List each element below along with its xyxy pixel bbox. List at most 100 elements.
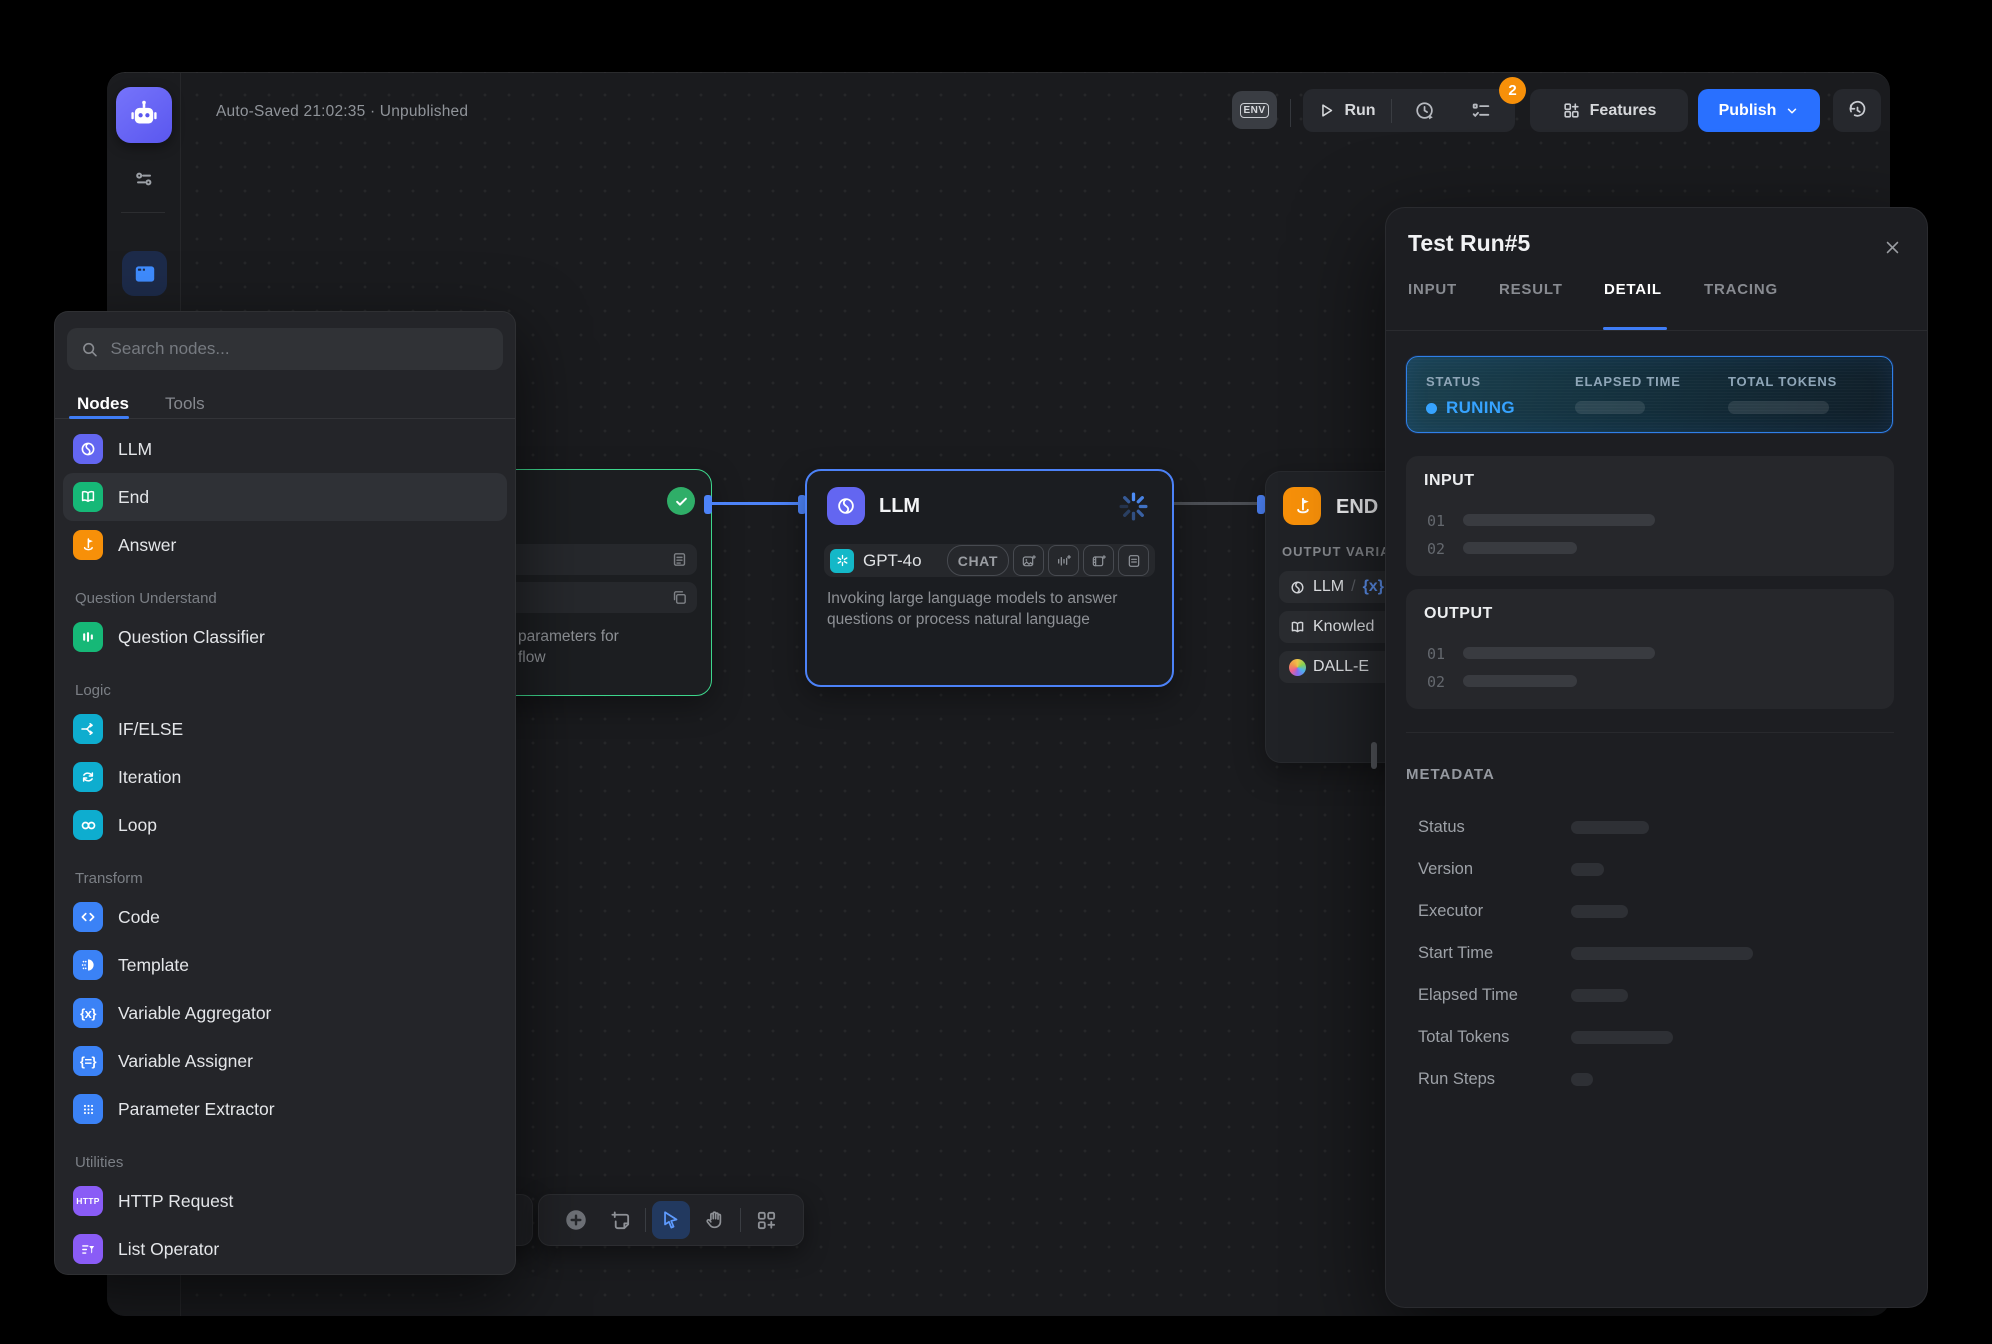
metadata-skeleton (1571, 905, 1628, 918)
app-logo[interactable] (116, 87, 172, 143)
search-box[interactable] (67, 328, 503, 370)
answer-icon (73, 530, 103, 560)
vision-capability-badge (1013, 545, 1044, 576)
features-button[interactable]: Features (1530, 89, 1688, 132)
elapsed-time-skeleton (1575, 401, 1645, 414)
metadata-skeleton (1571, 1073, 1593, 1086)
elapsed-time-label: ELAPSED TIME (1575, 374, 1681, 389)
model-name: GPT-4o (863, 551, 922, 571)
chat-mode-badge: CHAT (947, 545, 1009, 576)
node-item-loop[interactable]: Loop (55, 801, 515, 849)
tab-nodes[interactable]: Nodes (77, 394, 129, 414)
panel-resize-handle[interactable] (1371, 742, 1377, 769)
env-icon: ENV (1240, 103, 1268, 118)
hand-icon (704, 1209, 726, 1231)
parameter-extractor-icon (73, 1094, 103, 1124)
output-skeleton (1463, 675, 1577, 687)
node-item-llm[interactable]: LLM (55, 425, 515, 473)
node-search-popover: Nodes Tools LLM End Answer (54, 311, 516, 1275)
tab-input[interactable]: INPUT (1408, 281, 1457, 298)
clock-run-icon (1414, 100, 1436, 122)
active-tab-underline (69, 416, 129, 419)
sliders-icon (132, 167, 156, 191)
play-icon (1318, 102, 1335, 119)
edge-llm-to-end (1170, 502, 1265, 505)
llm-node[interactable]: LLM (805, 469, 1174, 687)
end-node-title: END (1336, 496, 1378, 519)
version-history-button[interactable] (1833, 89, 1881, 132)
node-item-variable-assigner[interactable]: {=} Variable Assigner (55, 1037, 515, 1085)
node-item-if-else[interactable]: IF/ELSE (55, 705, 515, 753)
env-button[interactable]: ENV (1232, 91, 1277, 129)
loop-icon (73, 810, 103, 840)
tab-tracing[interactable]: TRACING (1704, 281, 1778, 298)
publish-button[interactable]: Publish (1698, 89, 1820, 132)
line-number: 01 (1427, 512, 1445, 530)
input-title: INPUT (1424, 472, 1475, 490)
start-output-handle[interactable] (704, 495, 712, 514)
add-node-button[interactable] (557, 1201, 595, 1239)
separator: / (1351, 578, 1355, 596)
metadata-divider (1406, 732, 1894, 733)
close-icon (1884, 239, 1901, 256)
search-input[interactable] (109, 338, 489, 360)
run-button[interactable]: Run (1314, 102, 1381, 120)
node-item-iteration[interactable]: Iteration (55, 753, 515, 801)
line-number: 02 (1427, 673, 1445, 691)
canvas-toolbar (538, 1194, 804, 1246)
node-item-variable-aggregator[interactable]: {x} Variable Aggregator (55, 989, 515, 1037)
chevron-down-icon (1785, 104, 1799, 118)
history-icon (1847, 100, 1868, 121)
note-plus-icon (609, 1209, 632, 1232)
model-selector-row[interactable]: GPT-4o CHAT (824, 544, 1155, 577)
node-item-list-operator[interactable]: List Operator (55, 1225, 515, 1273)
workflow-settings-button[interactable] (122, 157, 166, 201)
total-tokens-label: TOTAL TOKENS (1728, 374, 1837, 389)
status-dot (1426, 403, 1437, 414)
list-operator-icon (73, 1234, 103, 1264)
node-item-end[interactable]: End (63, 473, 507, 521)
plus-circle-icon (563, 1207, 589, 1233)
dalle-icon (1289, 659, 1306, 676)
output-card: OUTPUT 01 02 (1406, 589, 1894, 709)
preview-panel-button[interactable] (122, 251, 167, 296)
section-logic: Logic (55, 675, 515, 705)
code-icon (73, 902, 103, 932)
start-input-row[interactable] (502, 544, 697, 575)
status-value: RUNING (1426, 398, 1515, 418)
node-item-answer[interactable]: Answer (55, 521, 515, 569)
tab-tools[interactable]: Tools (165, 394, 205, 414)
run-button-group: Run (1303, 89, 1515, 132)
end-input-handle[interactable] (1257, 495, 1265, 514)
total-tokens-skeleton (1728, 401, 1829, 414)
node-item-template[interactable]: Template (55, 941, 515, 989)
metadata-row: Run Steps (1386, 1058, 1927, 1100)
auto-layout-button[interactable] (747, 1201, 785, 1239)
window-icon (132, 261, 158, 287)
add-note-button[interactable] (601, 1201, 639, 1239)
start-input-row[interactable] (502, 582, 697, 613)
end-node-icon (1283, 487, 1321, 525)
question-classifier-icon (73, 622, 103, 652)
node-item-parameter-extractor[interactable]: Parameter Extractor (55, 1085, 515, 1133)
topbar-separator (1290, 99, 1291, 127)
checklist-button[interactable] (1458, 100, 1504, 122)
tab-detail[interactable]: DETAIL (1604, 281, 1662, 298)
hand-tool-button[interactable] (696, 1201, 734, 1239)
iteration-icon (73, 762, 103, 792)
run-history-button[interactable] (1401, 100, 1449, 122)
node-item-question-classifier[interactable]: Question Classifier (55, 613, 515, 661)
close-button[interactable] (1877, 232, 1907, 262)
node-item-code[interactable]: Code (55, 893, 515, 941)
section-transform: Transform (55, 863, 515, 893)
spinner-icon (1117, 490, 1150, 523)
checklist-icon (1470, 100, 1492, 122)
start-node[interactable]: parameters for flow (487, 469, 712, 696)
video-icon (1091, 553, 1107, 569)
copy-icon (671, 589, 688, 606)
pointer-tool-button[interactable] (652, 1201, 690, 1239)
document-icon (671, 551, 688, 568)
node-item-http-request[interactable]: HTTP HTTP Request (55, 1177, 515, 1225)
tab-result[interactable]: RESULT (1499, 281, 1563, 298)
test-run-panel: Test Run#5 INPUT RESULT DETAIL TRACING S… (1385, 207, 1928, 1308)
